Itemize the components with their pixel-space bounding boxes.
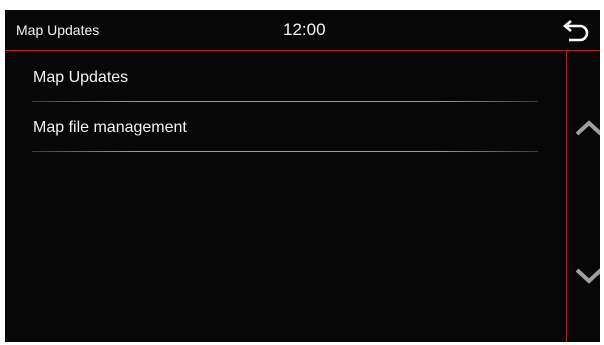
menu-item-label: Map Updates bbox=[33, 69, 129, 86]
clock: 12:00 bbox=[283, 20, 326, 39]
menu-item-label: Map file management bbox=[33, 119, 187, 136]
chevron-down-icon bbox=[575, 268, 600, 284]
menu-item-map-updates[interactable]: Map Updates bbox=[32, 52, 538, 102]
header-bar: Map Updates 12:00 bbox=[5, 10, 600, 51]
back-button[interactable] bbox=[562, 17, 592, 43]
chevron-up-icon bbox=[575, 120, 600, 136]
page-title: Map Updates bbox=[16, 22, 100, 38]
back-arrow-icon bbox=[562, 20, 589, 42]
divider bbox=[32, 151, 538, 152]
menu-list: Map Updates Map file management bbox=[32, 52, 538, 152]
scroll-up-button[interactable] bbox=[574, 118, 600, 138]
scroll-rail bbox=[566, 51, 567, 342]
scroll-down-button[interactable] bbox=[574, 266, 600, 286]
map-updates-screen: Map Updates 12:00 Map Updates Map file m… bbox=[5, 10, 600, 342]
menu-item-map-file-management[interactable]: Map file management bbox=[32, 102, 538, 152]
